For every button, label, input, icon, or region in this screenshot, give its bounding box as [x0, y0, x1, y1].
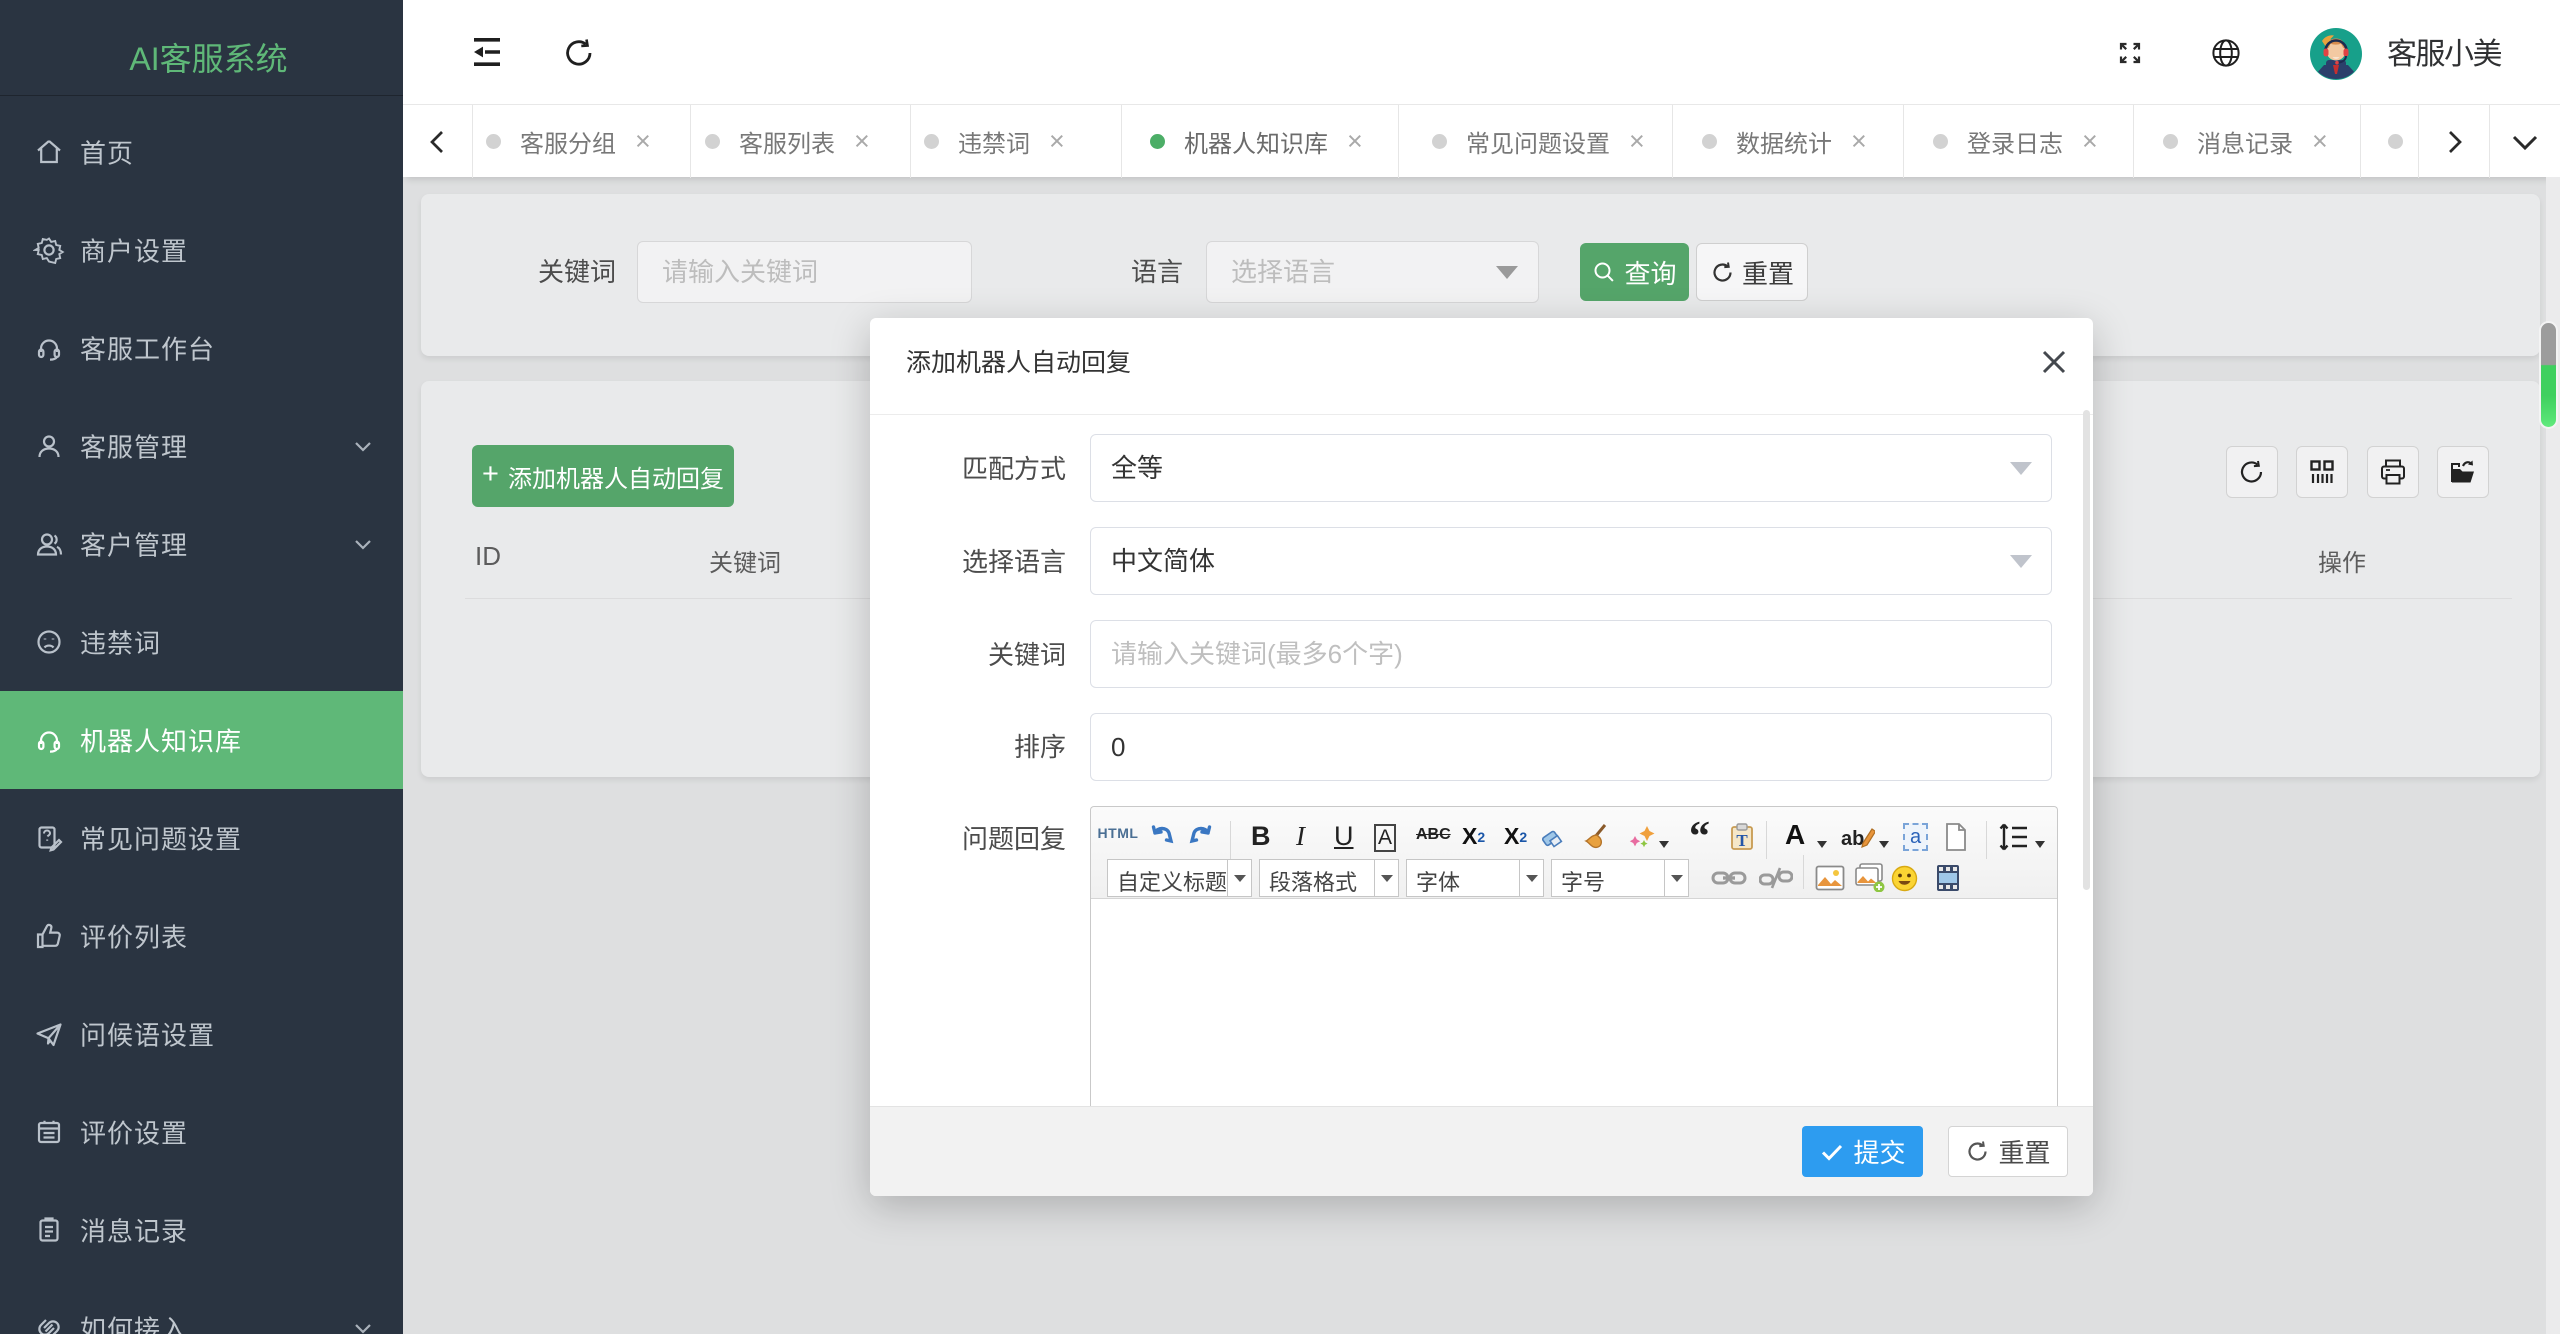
svg-text:T: T	[1736, 831, 1748, 850]
svg-text:ab: ab	[1841, 828, 1864, 850]
